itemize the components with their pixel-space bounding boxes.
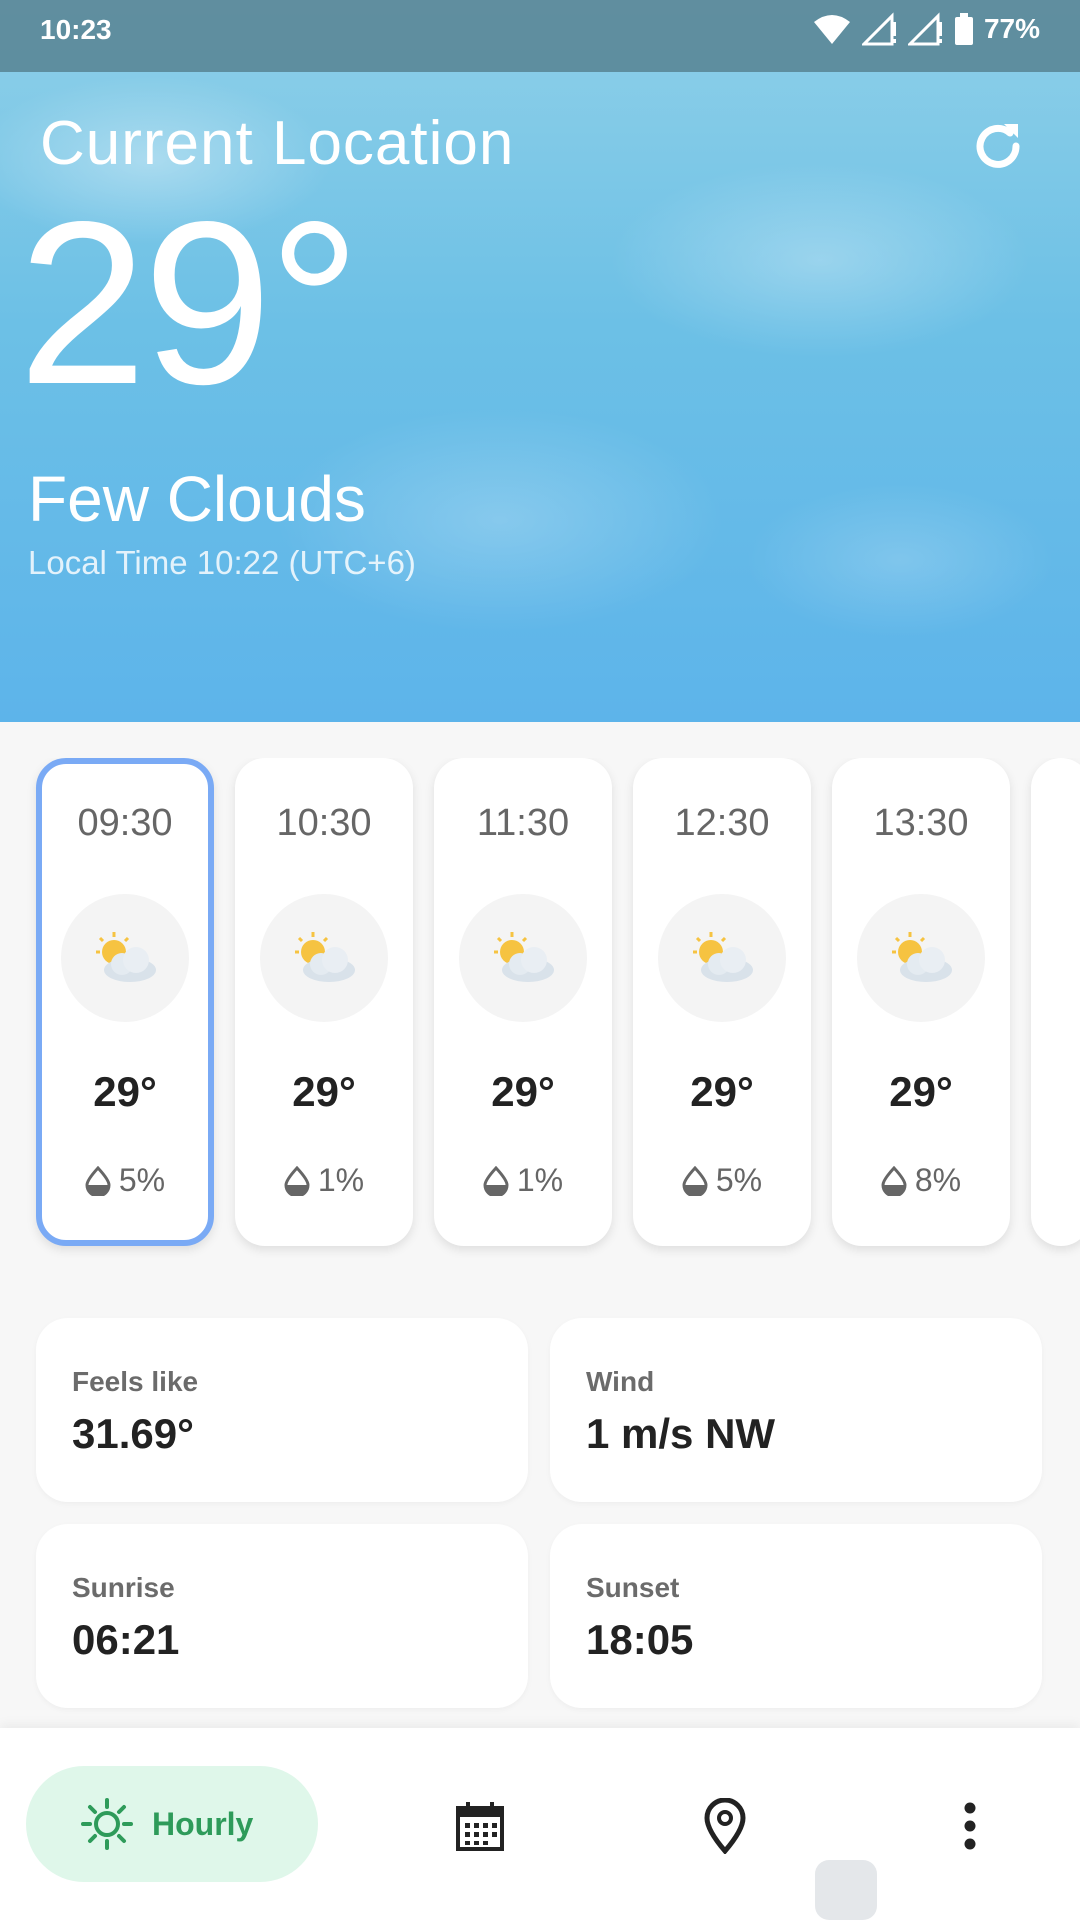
- location-title: Current Location: [40, 109, 515, 178]
- nav-daily-tab[interactable]: [440, 1786, 520, 1866]
- current-temperature: 29°: [18, 174, 361, 433]
- droplet-icon: [284, 1165, 310, 1196]
- calendar-icon: [456, 1802, 504, 1851]
- hour-time: 09:30: [77, 802, 173, 844]
- hour-time: 13:30: [873, 802, 969, 844]
- status-bar: 10:23 77%: [0, 0, 1080, 72]
- more-vert-icon: [964, 1802, 976, 1850]
- weather-condition: Few Clouds: [28, 463, 366, 535]
- nav-hourly-tab[interactable]: Hourly: [26, 1766, 318, 1882]
- droplet-icon: [85, 1165, 111, 1196]
- sun-behind-cloud-icon: [459, 894, 587, 1022]
- feels-like-card: Feels like 31.69°: [36, 1318, 528, 1502]
- hour-precipitation: 8%: [832, 1162, 1010, 1199]
- wind-label: Wind: [586, 1366, 655, 1397]
- nav-more-button[interactable]: [930, 1786, 1010, 1866]
- sun-icon: [81, 1798, 133, 1850]
- sun-behind-cloud-icon: [260, 894, 388, 1022]
- sunset-label: Sunset: [586, 1572, 680, 1603]
- bottom-navigation: Hourly: [0, 1728, 1080, 1920]
- droplet-icon: [881, 1165, 907, 1196]
- sunrise-card: Sunrise 06:21: [36, 1524, 528, 1708]
- hour-time: 11:30: [476, 802, 570, 844]
- hourly-card[interactable]: 13:30 29° 8%: [832, 758, 1010, 1246]
- hourly-card[interactable]: 10:30 29° 1%: [235, 758, 413, 1246]
- hour-precipitation: 1%: [235, 1162, 413, 1199]
- hour-time: 12:30: [674, 802, 770, 844]
- sunrise-value: 06:21: [72, 1616, 180, 1663]
- sun-behind-cloud-icon: [857, 894, 985, 1022]
- refresh-icon: [976, 124, 1020, 168]
- wifi-icon: [813, 15, 850, 44]
- hour-temperature: 29°: [292, 1068, 356, 1115]
- sunset-card: Sunset 18:05: [550, 1524, 1042, 1708]
- hourly-card-partial[interactable]: [1031, 758, 1080, 1246]
- cell-signal-icon: [861, 12, 896, 46]
- hour-temperature: 29°: [93, 1068, 157, 1115]
- precip-value: 1%: [516, 1162, 564, 1198]
- local-time: Local Time 10:22 (UTC+6): [28, 544, 416, 581]
- precip-value: 8%: [914, 1162, 962, 1198]
- status-icons: 77%: [812, 12, 1040, 46]
- nav-location-tab[interactable]: [685, 1786, 765, 1866]
- hour-temperature: 29°: [491, 1068, 555, 1115]
- precip-value: 1%: [317, 1162, 365, 1198]
- droplet-icon: [483, 1165, 509, 1196]
- battery-percent: 77%: [983, 13, 1040, 44]
- location-pin-icon: [704, 1798, 746, 1854]
- hourly-card[interactable]: 12:30 29° 5%: [633, 758, 811, 1246]
- hourly-card[interactable]: 09:30 29° 5%: [36, 758, 214, 1246]
- droplet-icon: [682, 1165, 708, 1196]
- sun-behind-cloud-icon: [61, 894, 189, 1022]
- cell-signal-icon-2: [907, 12, 942, 46]
- hour-temperature: 29°: [690, 1068, 754, 1115]
- hour-precipitation: 1%: [434, 1162, 612, 1199]
- hour-time: 10:30: [276, 802, 372, 844]
- refresh-button[interactable]: [964, 112, 1032, 180]
- floating-handle[interactable]: [815, 1860, 877, 1920]
- sun-behind-cloud-icon: [658, 894, 786, 1022]
- hour-precipitation: 5%: [633, 1162, 811, 1199]
- wind-value: 1 m/s NW: [586, 1410, 776, 1457]
- feels-like-value: 31.69°: [72, 1410, 194, 1457]
- nav-hourly-label: Hourly: [152, 1805, 254, 1842]
- hourly-card[interactable]: 11:30 29° 1%: [434, 758, 612, 1246]
- status-time: 10:23: [40, 14, 112, 45]
- hour-precipitation: 5%: [42, 1162, 208, 1199]
- hour-temperature: 29°: [889, 1068, 953, 1115]
- feels-like-label: Feels like: [72, 1366, 199, 1397]
- sunset-value: 18:05: [586, 1616, 694, 1663]
- hourly-forecast-list[interactable]: 09:30 29° 5% 10:30 29° 1% 11:30 29° 1% 1…: [0, 758, 1080, 1258]
- precip-value: 5%: [118, 1162, 166, 1198]
- battery-icon: [954, 13, 973, 45]
- sunrise-label: Sunrise: [72, 1572, 175, 1603]
- precip-value: 5%: [715, 1162, 763, 1198]
- wind-card: Wind 1 m/s NW: [550, 1318, 1042, 1502]
